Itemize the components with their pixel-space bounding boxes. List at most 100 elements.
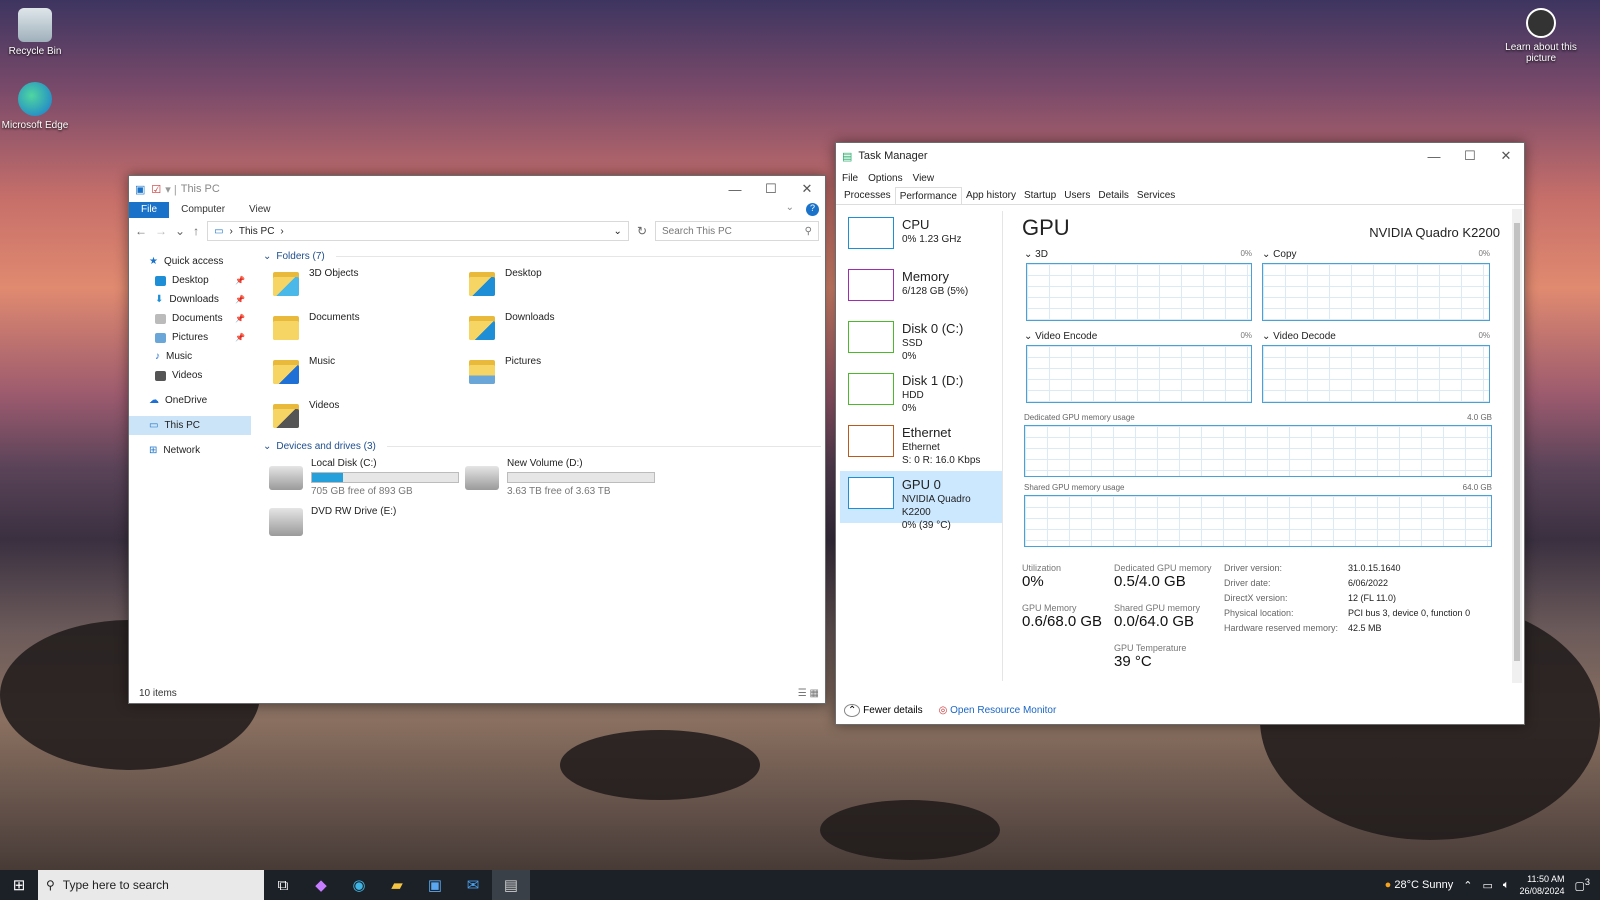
- drive-e[interactable]: DVD RW Drive (E:): [269, 506, 396, 536]
- weather-widget[interactable]: ● 28°C Sunny: [1385, 879, 1454, 891]
- folders-header[interactable]: ⌄ Folders (7): [257, 248, 821, 264]
- search-input[interactable]: Search This PC ⚲: [655, 221, 819, 241]
- section-title: Devices and drives (3): [276, 440, 376, 452]
- maximize-button[interactable]: ☐: [1452, 148, 1488, 164]
- forward-icon[interactable]: →: [155, 224, 167, 238]
- volume-icon[interactable]: 🔈︎: [1503, 879, 1510, 892]
- maximize-button[interactable]: ☐: [753, 181, 789, 197]
- stat-value: 0.0/64.0 GB: [1114, 613, 1195, 630]
- nav-network[interactable]: ⊞ Network: [129, 441, 251, 460]
- nav-label: Downloads: [169, 294, 219, 305]
- nav-music[interactable]: ♪ Music: [129, 347, 251, 366]
- fewer-details-button[interactable]: ⌃ Fewer details: [844, 704, 923, 717]
- clock[interactable]: 11:50 AM 26/08/2024: [1519, 873, 1564, 897]
- folder-item[interactable]: Videos: [271, 400, 339, 430]
- back-icon[interactable]: ←: [135, 224, 147, 238]
- recycle-bin-label: Recycle Bin: [8, 46, 62, 57]
- drives-header[interactable]: ⌄ Devices and drives (3): [257, 438, 821, 454]
- properties-icon[interactable]: ☑: [151, 183, 161, 196]
- store-icon[interactable]: ▣: [416, 870, 454, 900]
- file-explorer-icon[interactable]: ▰: [378, 870, 416, 900]
- menu-file[interactable]: File: [842, 173, 858, 184]
- tab-users[interactable]: Users: [1060, 187, 1094, 204]
- tab-file[interactable]: File: [129, 202, 170, 218]
- nav-downloads[interactable]: ⬇ Downloads 📌: [129, 290, 251, 309]
- tab-view[interactable]: View: [237, 202, 283, 218]
- notifications-icon[interactable]: ▢3: [1575, 877, 1591, 893]
- sidebar-item-memory[interactable]: Memory 6/128 GB (5%): [840, 263, 1002, 315]
- edge-icon[interactable]: ◉: [340, 870, 378, 900]
- minimize-button[interactable]: —: [717, 182, 753, 197]
- open-resource-monitor-link[interactable]: ◎ Open Resource Monitor: [939, 705, 1057, 716]
- resource-line2: 0%: [902, 403, 917, 414]
- detail-value: 42.5 MB: [1348, 623, 1382, 633]
- tab-performance[interactable]: Performance: [894, 187, 962, 204]
- nav-this-pc[interactable]: ▭ This PC: [129, 416, 251, 435]
- folder-item[interactable]: 3D Objects: [271, 268, 358, 298]
- expand-ribbon-icon[interactable]: ⌄: [780, 202, 800, 218]
- dvd-drive-icon: [269, 508, 303, 536]
- engine-pct: 0%: [1240, 331, 1252, 340]
- nav-documents[interactable]: Documents 📌: [129, 309, 251, 328]
- refresh-icon[interactable]: ↻: [637, 224, 647, 238]
- engine-encode-label[interactable]: ⌄ Video Encode 0%: [1024, 331, 1252, 342]
- sidebar-item-cpu[interactable]: CPU 0% 1.23 GHz: [840, 211, 1002, 263]
- sidebar-item-gpu-0[interactable]: GPU 0 NVIDIA Quadro K2200 0% (39 °C): [840, 471, 1002, 531]
- close-button[interactable]: ✕: [1488, 148, 1524, 164]
- menu-options[interactable]: Options: [868, 173, 902, 184]
- folder-item[interactable]: Desktop: [467, 268, 542, 298]
- sidebar-item-disk-0-c-[interactable]: Disk 0 (C:) SSD 0%: [840, 315, 1002, 367]
- learn-about-picture[interactable]: Learn about this picture: [1505, 8, 1577, 64]
- tab-processes[interactable]: Processes: [840, 187, 895, 204]
- engine-decode-label[interactable]: ⌄ Video Decode 0%: [1262, 331, 1490, 342]
- tab-app-history[interactable]: App history: [962, 187, 1020, 204]
- show-hidden-icons-icon[interactable]: ⌃: [1463, 879, 1472, 892]
- mail-icon[interactable]: ✉: [454, 870, 492, 900]
- task-view-icon[interactable]: ⧉: [264, 870, 302, 900]
- sidebar-item-disk-1-d-[interactable]: Disk 1 (D:) HDD 0%: [840, 367, 1002, 419]
- close-button[interactable]: ✕: [789, 181, 825, 197]
- network-tray-icon[interactable]: ▭: [1482, 879, 1492, 892]
- menu-view[interactable]: View: [913, 173, 935, 184]
- address-bar[interactable]: ▭ › This PC › ⌄: [207, 221, 629, 241]
- start-windows-icon[interactable]: ⊞: [0, 870, 38, 900]
- nav-onedrive[interactable]: ☁ OneDrive: [129, 391, 251, 410]
- drive-c[interactable]: Local Disk (C:) 705 GB free of 893 GB: [269, 458, 459, 497]
- folder-item[interactable]: Music: [271, 356, 335, 386]
- stat-label: Shared GPU memory: [1114, 603, 1201, 613]
- tab-services[interactable]: Services: [1133, 187, 1179, 204]
- tab-details[interactable]: Details: [1094, 187, 1133, 204]
- copilot-icon[interactable]: ◆: [302, 870, 340, 900]
- folder-label: Pictures: [505, 356, 542, 367]
- edge-desktop-icon[interactable]: Microsoft Edge: [0, 82, 70, 131]
- tab-computer[interactable]: Computer: [169, 202, 237, 218]
- nav-videos[interactable]: Videos: [129, 366, 251, 385]
- minimize-button[interactable]: —: [1416, 149, 1452, 164]
- up-icon[interactable]: ↑: [193, 224, 199, 238]
- help-icon[interactable]: ?: [806, 203, 819, 216]
- engine-3d-label[interactable]: ⌄ 3D 0%: [1024, 249, 1252, 260]
- taskbar-search-input[interactable]: ⚲ Type here to search: [38, 870, 264, 900]
- folder-item[interactable]: Downloads: [467, 312, 554, 342]
- taskmgr-title: Task Manager: [858, 150, 928, 162]
- drive-d[interactable]: New Volume (D:) 3.63 TB free of 3.63 TB: [465, 458, 655, 497]
- nav-desktop[interactable]: Desktop 📌: [129, 271, 251, 290]
- sidebar-item-ethernet[interactable]: Ethernet Ethernet S: 0 R: 16.0 Kbps: [840, 419, 1002, 471]
- view-toggle-icons[interactable]: ☰ ▦: [798, 688, 819, 699]
- recycle-bin-icon[interactable]: Recycle Bin: [0, 8, 70, 57]
- folder-item[interactable]: Documents: [271, 312, 360, 342]
- scrollbar[interactable]: [1512, 209, 1522, 683]
- recent-icon[interactable]: ⌄: [175, 224, 185, 238]
- system-tray: ● 28°C Sunny ⌃ ▭ 🔈︎ 11:50 AM 26/08/2024 ▢…: [1385, 870, 1600, 900]
- task-manager-taskbar-icon[interactable]: ▤: [492, 870, 530, 900]
- folder-item[interactable]: Pictures: [467, 356, 541, 386]
- address-dropdown-icon[interactable]: ⌄: [614, 226, 622, 237]
- qa-toolbar-icon[interactable]: ▾ |: [161, 183, 180, 196]
- engine-pct: 0%: [1240, 249, 1252, 258]
- dedicated-memory-graph: [1024, 425, 1492, 477]
- tab-startup[interactable]: Startup: [1020, 187, 1060, 204]
- nav-pictures[interactable]: Pictures 📌: [129, 328, 251, 347]
- engine-copy-label[interactable]: ⌄ Copy 0%: [1262, 249, 1490, 260]
- nav-quick-access[interactable]: ★ Quick access: [129, 252, 251, 271]
- resource-line1: HDD: [902, 390, 924, 401]
